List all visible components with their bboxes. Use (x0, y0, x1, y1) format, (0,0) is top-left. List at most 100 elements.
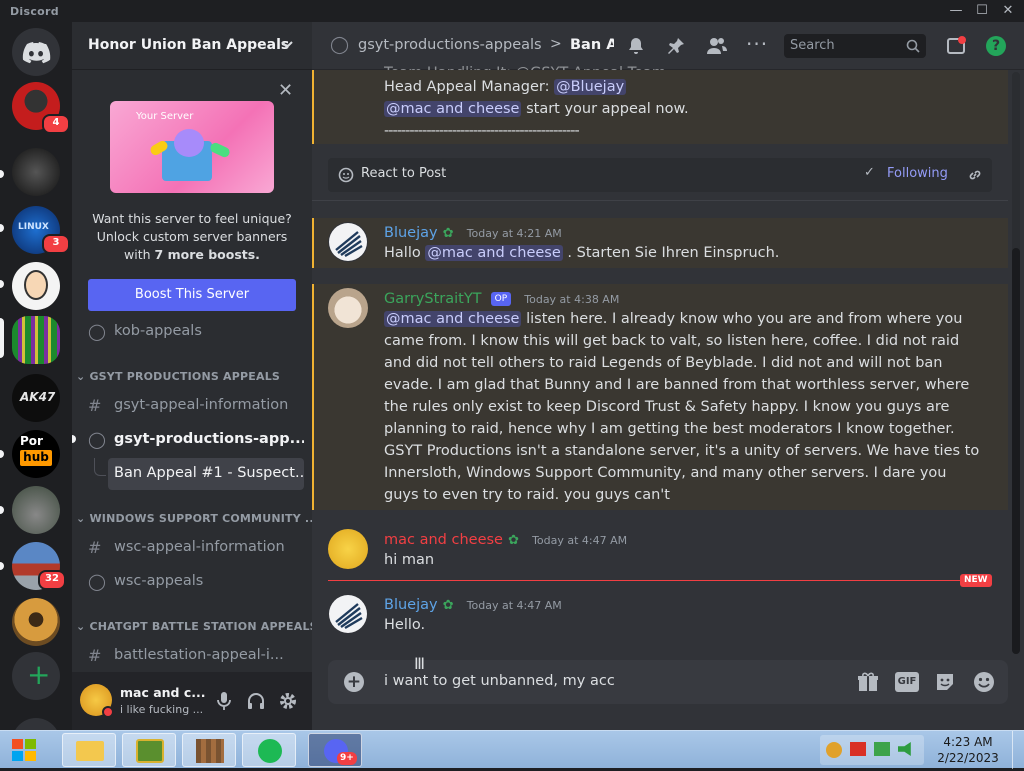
network-icon[interactable] (874, 742, 890, 756)
avatar[interactable] (328, 529, 368, 569)
guild-name: Honor Union Ban Appeals (88, 37, 290, 53)
user-panel: mac and c... i like fucking ... (72, 672, 312, 730)
mention[interactable]: @mac and cheese (384, 101, 522, 117)
message-author[interactable]: mac and cheese (384, 532, 503, 548)
thread-spine (94, 458, 106, 476)
minimize-icon[interactable]: — (944, 0, 968, 22)
sticker-icon[interactable] (934, 672, 956, 692)
search-placeholder: Search (790, 38, 835, 53)
composer-input[interactable]: i want to get unbanned, my acc (384, 673, 615, 689)
post-line-2: @mac and cheese start your appeal now. (384, 101, 689, 117)
mention[interactable]: @mac and cheese (384, 311, 522, 327)
taskbar-explorer[interactable] (62, 733, 116, 767)
message-author[interactable]: Bluejay (384, 597, 438, 613)
guild-header[interactable]: Honor Union Ban Appeals (72, 22, 312, 70)
forum-icon: ◯ (88, 572, 106, 591)
more-icon[interactable]: ··· (746, 32, 768, 56)
mention[interactable]: @Bluejay (554, 79, 627, 95)
server-icon[interactable]: Por hub (12, 430, 60, 478)
discover-button[interactable] (12, 718, 60, 730)
volume-icon[interactable] (898, 742, 911, 756)
avatar[interactable] (328, 222, 368, 262)
dnd-status-icon (102, 706, 114, 718)
microphone-icon[interactable] (216, 691, 232, 711)
channel-wsc-appeal-information[interactable]: # wsc-appeal-information (80, 532, 304, 564)
message-author[interactable]: Bluejay (384, 225, 438, 241)
user-status: i like fucking ... (120, 703, 204, 716)
gif-button[interactable]: GIF (895, 672, 919, 692)
category-chatgpt[interactable]: ⌄ CHATGPT BATTLE STATION APPEALS (76, 620, 312, 633)
thread-ban-appeal-1[interactable]: Ban Appeal #1 - Suspect... (108, 458, 304, 490)
message-composer[interactable]: + i want to get unbanned, my acc GIF (328, 660, 1008, 704)
category-wsc[interactable]: ⌄ WINDOWS SUPPORT COMMUNITY ... (76, 512, 312, 525)
channel-battlestation-appeal-information[interactable]: # battlestation-appeal-i... (80, 640, 304, 672)
start-button[interactable] (4, 733, 50, 767)
search-input[interactable]: Search (784, 34, 926, 58)
react-to-post-button[interactable]: React to Post (361, 166, 446, 181)
avatar[interactable] (328, 594, 368, 634)
taskbar-spotify[interactable] (242, 733, 296, 767)
emoji-icon[interactable] (973, 671, 995, 693)
message-timestamp: Today at 4:21 AM (466, 227, 562, 240)
maximize-icon[interactable]: ☐ (970, 0, 994, 22)
breadcrumb-channel[interactable]: gsyt-productions-appeals (358, 37, 542, 53)
help-icon[interactable]: ? (986, 36, 1006, 56)
unread-pill (0, 450, 4, 458)
hash-icon: # (88, 538, 102, 557)
discord-logo-icon (22, 42, 51, 64)
server-icon[interactable] (12, 598, 60, 646)
boost-this-server-button[interactable]: Boost This Server (88, 279, 296, 311)
category-gsyt[interactable]: ⌄ GSYT PRODUCTIONS APPEALS (76, 370, 280, 383)
following-button[interactable]: Following (887, 166, 948, 181)
gear-icon[interactable] (278, 691, 298, 711)
taskbar-app[interactable] (122, 733, 176, 767)
gift-icon[interactable] (857, 672, 879, 692)
server-icon-selected[interactable] (12, 316, 60, 364)
message-timestamp: Today at 4:47 AM (466, 599, 562, 612)
bell-icon[interactable] (626, 36, 646, 56)
boost-text-line3: with (124, 247, 155, 262)
avatar[interactable] (328, 288, 368, 328)
message-author[interactable]: GarryStraitYT (384, 291, 482, 307)
unread-pill (0, 562, 4, 570)
mention-bar (312, 284, 314, 510)
windows-taskbar: 9+ 4:23 AM 2/22/2023 (0, 730, 1024, 769)
channel-gsyt-productions-appeals[interactable]: ◯ gsyt-productions-app... (80, 424, 304, 456)
home-button[interactable] (12, 28, 60, 76)
close-icon[interactable]: ✕ (278, 80, 293, 101)
server-icon[interactable] (12, 148, 60, 196)
scrollbar-thumb[interactable] (1012, 248, 1020, 654)
clock[interactable]: 4:23 AM 2/22/2023 (934, 734, 1002, 766)
new-messages-divider (328, 580, 976, 581)
channel-kob-appeals[interactable]: ◯ kob-appeals (80, 316, 304, 348)
server-icon[interactable]: AK47 (12, 374, 60, 422)
pin-icon[interactable] (666, 36, 686, 56)
taskbar-minecraft[interactable] (182, 733, 236, 767)
mention[interactable]: @mac and cheese (425, 245, 563, 261)
message-header: Bluejay ✿ Today at 4:47 AM (384, 594, 562, 613)
taskbar-discord[interactable]: 9+ (308, 733, 362, 767)
show-desktop-button[interactable] (1012, 731, 1024, 769)
channel-gsyt-appeal-information[interactable]: # gsyt-appeal-information (80, 390, 304, 422)
inbox-icon[interactable] (946, 36, 966, 56)
search-icon (906, 39, 920, 53)
members-icon[interactable] (706, 36, 728, 56)
username[interactable]: mac and c... (120, 685, 206, 700)
server-icon[interactable] (12, 486, 60, 534)
server-icon[interactable] (12, 262, 60, 310)
boost-banner-image: Your Server (110, 101, 274, 193)
unread-pill (0, 280, 4, 288)
system-tray (820, 735, 924, 765)
add-server-button[interactable]: + (12, 652, 60, 700)
hash-icon: # (88, 396, 102, 415)
tray-arrow-icon[interactable] (826, 742, 842, 758)
mention-badge: 32 (38, 570, 66, 590)
attach-plus-icon[interactable]: + (344, 672, 364, 692)
headphones-icon[interactable] (246, 691, 266, 711)
message-content: Hello. (384, 617, 426, 633)
channel-wsc-appeals[interactable]: ◯ wsc-appeals (80, 566, 304, 598)
message-content: hi man (384, 552, 435, 568)
flag-icon[interactable] (850, 742, 866, 756)
link-icon[interactable] (968, 168, 982, 182)
close-window-icon[interactable]: ✕ (996, 0, 1020, 22)
